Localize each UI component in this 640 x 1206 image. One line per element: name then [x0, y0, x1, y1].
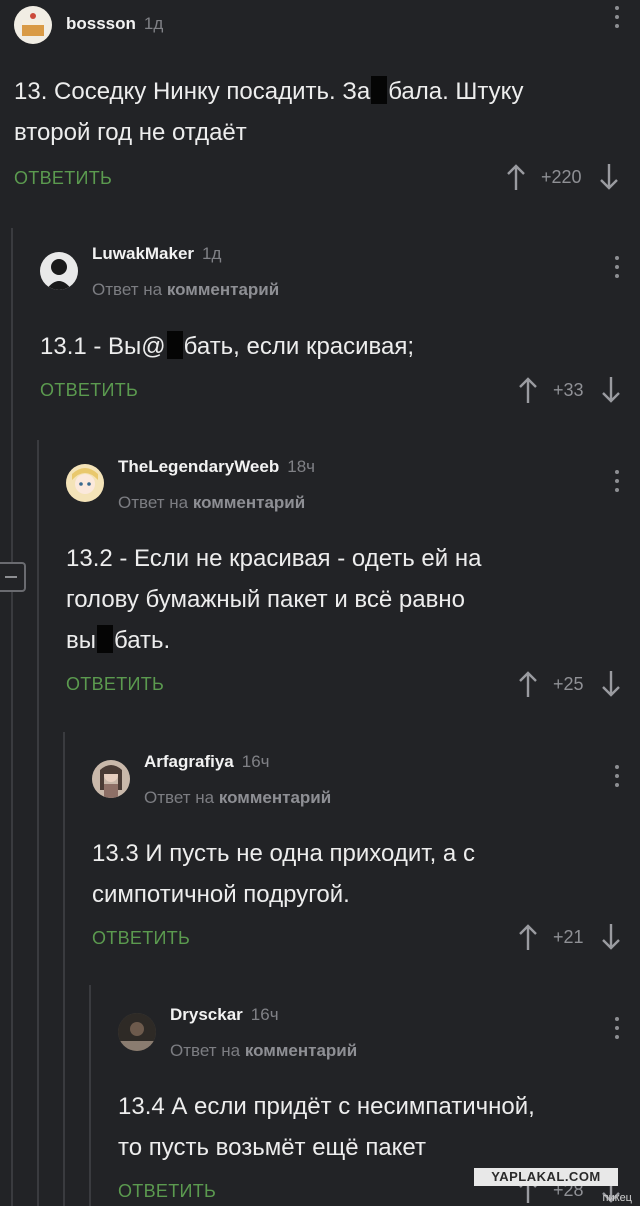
comment-text: 13.3 И пусть не одна приходит, а с симпо… — [92, 840, 475, 908]
more-options-icon[interactable] — [614, 6, 620, 32]
thread-line-level-1 — [11, 228, 13, 1206]
comment-author[interactable]: LuwakMaker 1д — [92, 244, 221, 264]
vote-controls: +220 — [505, 162, 620, 192]
cake-avatar-icon[interactable] — [14, 6, 52, 44]
dark-photo-avatar-icon[interactable] — [118, 1013, 156, 1051]
comment-time: 1д — [143, 14, 164, 33]
comment-author[interactable]: Drysckar 16ч — [170, 1005, 279, 1025]
photo-avatar-icon[interactable] — [92, 760, 130, 798]
more-options-icon[interactable] — [614, 1017, 620, 1043]
reply-to-label: Ответ на комментарий — [92, 280, 280, 299]
comment-text: 13.2 - Если не красивая - одеть ей на го… — [66, 545, 482, 654]
comment-author[interactable]: bossson 1д — [66, 14, 163, 34]
site-watermark: YAPLAKAL.COM — [474, 1168, 618, 1186]
reply-to-label: Ответ на комментарий — [118, 493, 306, 512]
upvote-arrow-icon[interactable] — [517, 669, 539, 699]
more-options-icon[interactable] — [614, 470, 620, 496]
reply-to-label: Ответ на комментарий — [170, 1041, 358, 1060]
thread-line-level-4 — [89, 985, 91, 1206]
upvote-arrow-icon[interactable] — [505, 162, 527, 192]
downvote-arrow-icon[interactable] — [598, 162, 620, 192]
downvote-arrow-icon[interactable] — [600, 375, 622, 405]
reply-to-label: Ответ на комментарий — [144, 788, 332, 807]
downvote-arrow-icon[interactable] — [600, 669, 622, 699]
corner-watermark: пикец — [602, 1192, 632, 1204]
upvote-arrow-icon[interactable] — [517, 922, 539, 952]
comment-text: 13.1 - Вы@ бать, если красивая; — [40, 331, 415, 360]
comment-text: 13.4 А если придёт с несимпатичной, то п… — [118, 1093, 535, 1161]
comment-text: 13. Соседку Нинку посадить. За бала. Штук… — [14, 76, 524, 146]
vote-controls: +21 — [517, 922, 622, 952]
reply-button[interactable]: ОТВЕТИТЬ — [92, 928, 190, 949]
comment-time: 16ч — [250, 1005, 279, 1024]
comment-score: +25 — [553, 673, 584, 694]
comment-time: 1д — [202, 244, 222, 263]
reply-button[interactable]: ОТВЕТИТЬ — [14, 168, 112, 189]
anime-girl-avatar-icon[interactable] — [66, 464, 104, 502]
comment-score: +33 — [553, 379, 584, 400]
comment-score: +220 — [541, 166, 582, 187]
censor-block — [97, 625, 113, 653]
comment-time: 16ч — [241, 752, 270, 771]
thread-line-level-2 — [37, 440, 39, 1206]
masked-figure-avatar-icon[interactable] — [40, 252, 78, 290]
censor-block — [166, 331, 183, 359]
downvote-arrow-icon[interactable] — [600, 922, 622, 952]
collapse-thread-button[interactable] — [0, 562, 26, 592]
censor-block — [371, 76, 388, 104]
more-options-icon[interactable] — [614, 765, 620, 791]
upvote-arrow-icon[interactable] — [517, 375, 539, 405]
thread-line-level-3 — [63, 732, 65, 1206]
comment-author[interactable]: TheLegendaryWeeb 18ч — [118, 457, 315, 477]
vote-controls: +33 — [517, 375, 622, 405]
more-options-icon[interactable] — [614, 256, 620, 282]
comment-score: +21 — [553, 926, 584, 947]
reply-button[interactable]: ОТВЕТИТЬ — [40, 380, 138, 401]
reply-button[interactable]: ОТВЕТИТЬ — [66, 674, 164, 695]
comment-author[interactable]: Arfagrafiya 16ч — [144, 752, 270, 772]
reply-button[interactable]: ОТВЕТИТЬ — [118, 1181, 216, 1202]
comment-time: 18ч — [287, 457, 316, 476]
vote-controls: +25 — [517, 669, 622, 699]
